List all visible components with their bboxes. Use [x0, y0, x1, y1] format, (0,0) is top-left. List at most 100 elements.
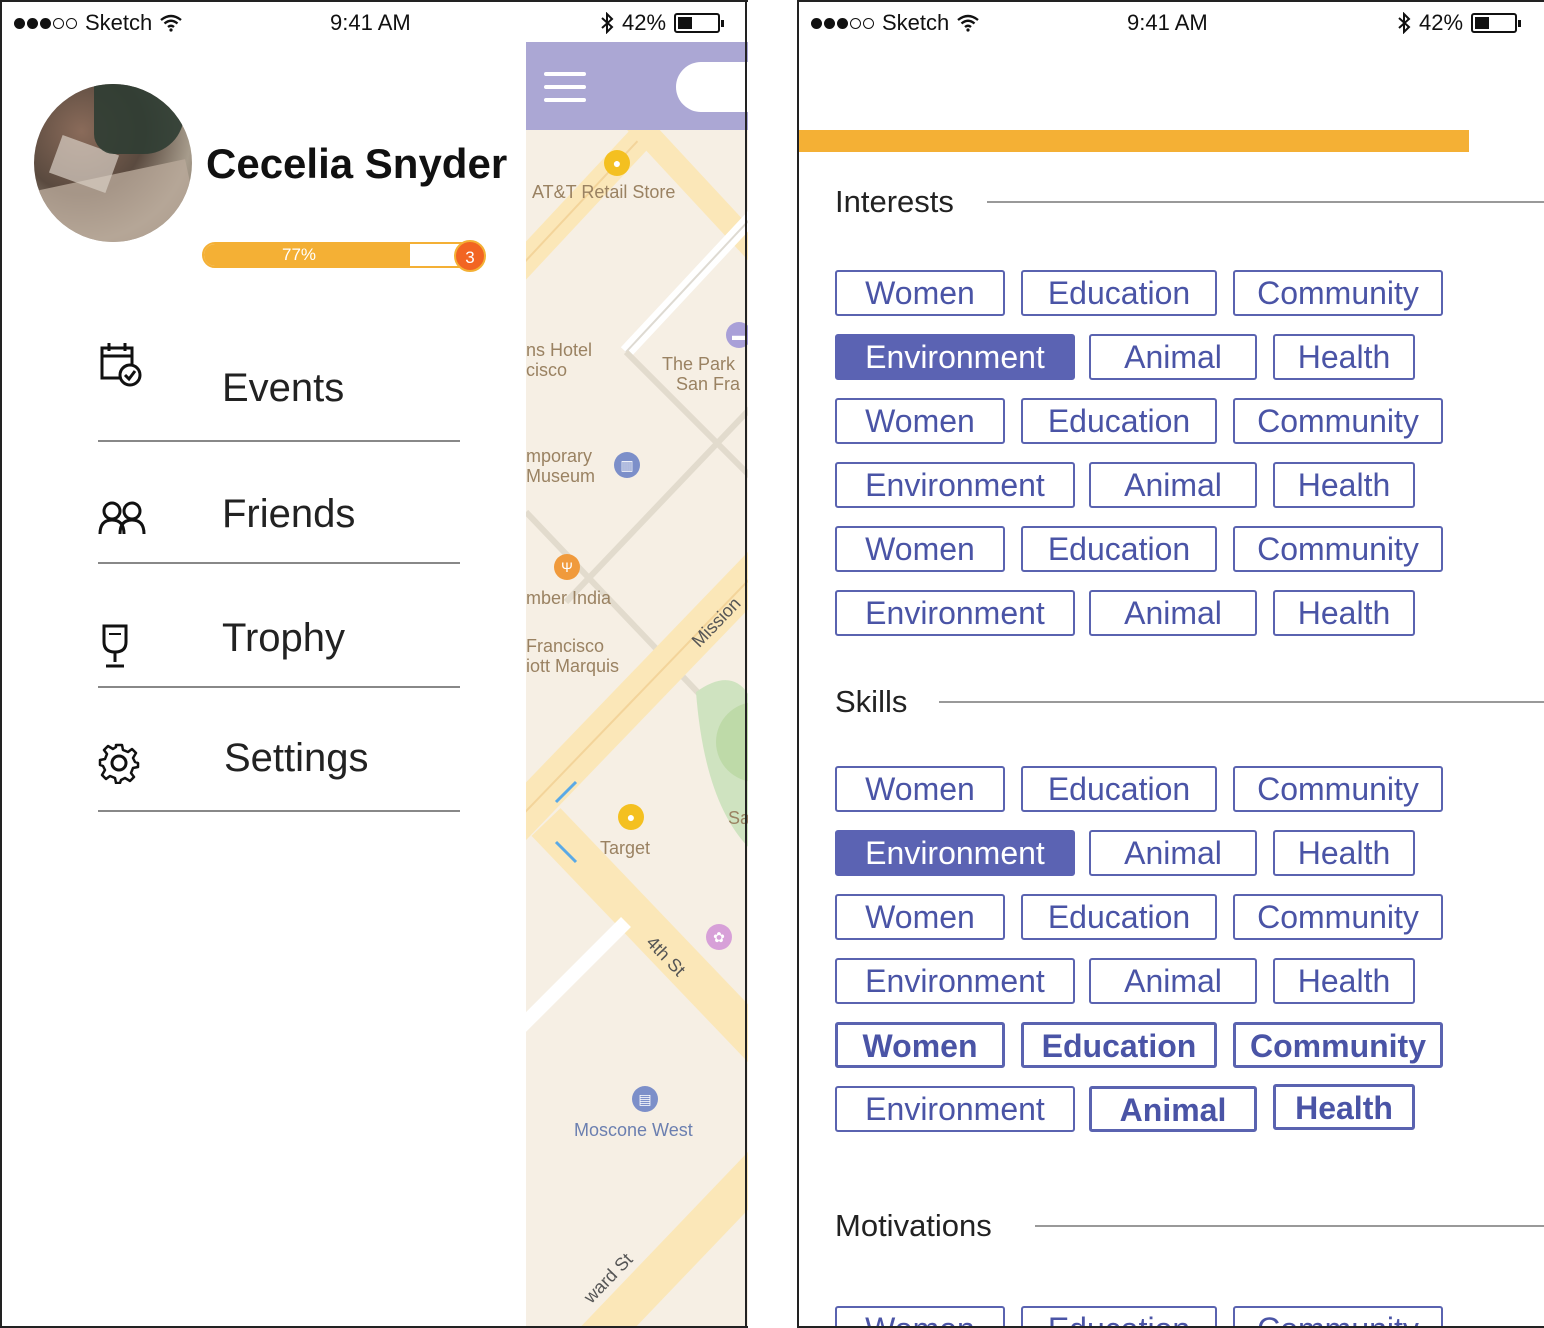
tag-education[interactable]: Education: [1021, 766, 1217, 812]
hamburger-menu-icon[interactable]: [544, 72, 586, 102]
status-time: 9:41 AM: [330, 10, 411, 35]
level-progress-bar: 77%: [202, 242, 474, 268]
battery-icon: [674, 13, 725, 33]
map-label: Target: [600, 838, 651, 858]
museum-icon[interactable]: ▥: [614, 452, 640, 478]
tag-women[interactable]: Women: [835, 270, 1005, 316]
tag-animal[interactable]: Animal: [1089, 462, 1257, 508]
tag-education[interactable]: Education: [1021, 526, 1217, 572]
tag-women[interactable]: Women: [835, 1022, 1005, 1068]
tag-community[interactable]: Community: [1233, 270, 1443, 316]
tag-community[interactable]: Community: [1233, 766, 1443, 812]
tag-environment-selected[interactable]: Environment: [835, 830, 1075, 876]
trophy-icon: [102, 624, 128, 668]
map-label: ns Hotel: [526, 340, 593, 360]
tag-women[interactable]: Women: [835, 894, 1005, 940]
tag-environment[interactable]: Environment: [835, 590, 1075, 636]
tag-environment-selected[interactable]: Environment: [835, 334, 1075, 380]
menu-item-friends[interactable]: Friends: [98, 444, 460, 564]
map-header: [526, 42, 748, 130]
tag-animal[interactable]: Animal: [1089, 334, 1257, 380]
status-bar: Sketch 9:41 AM 42%: [799, 2, 1544, 42]
right-phone-screen: Sketch 9:41 AM 42% Interests Women Educa…: [797, 0, 1544, 1328]
wifi-icon: [160, 14, 183, 32]
tag-animal[interactable]: Animal: [1089, 958, 1257, 1004]
bluetooth-icon: [1398, 12, 1411, 34]
status-time: 9:41 AM: [1127, 10, 1208, 35]
convention-center-icon[interactable]: ▤: [632, 1086, 658, 1112]
map-label: The Park: [662, 354, 736, 374]
map-label: Museum: [526, 466, 596, 486]
map-label: Francisco: [526, 636, 605, 656]
map-label: mporary: [526, 446, 593, 466]
map-label: Moscone West: [574, 1120, 693, 1140]
tag-health[interactable]: Health: [1273, 1084, 1415, 1130]
tag-animal[interactable]: Animal: [1089, 590, 1257, 636]
shopping-bag-icon[interactable]: ●: [604, 150, 630, 176]
signal-indicator: Sketch: [811, 10, 980, 36]
tag-community[interactable]: Community: [1233, 1306, 1443, 1326]
map-label: AT&T Retail Store: [532, 182, 676, 202]
signal-indicator: Sketch: [14, 10, 183, 36]
left-phone-screen: Sketch 9:41 AM 42% Cecelia Snyder 77% 3: [0, 0, 748, 1328]
tag-environment[interactable]: Environment: [835, 462, 1075, 508]
tag-health[interactable]: Health: [1273, 958, 1415, 1004]
wifi-icon: [957, 14, 980, 32]
tag-community[interactable]: Community: [1233, 894, 1443, 940]
menu-item-settings[interactable]: Settings: [98, 692, 460, 812]
user-name: Cecelia Snyder: [206, 140, 508, 187]
menu-label-events: Events: [222, 366, 345, 410]
status-right: 42%: [600, 10, 725, 36]
tag-animal[interactable]: Animal: [1089, 1086, 1257, 1132]
map-label: iott Marquis: [526, 656, 620, 676]
carrier-name: Sketch: [85, 10, 153, 35]
tag-environment[interactable]: Environment: [835, 958, 1075, 1004]
tag-community[interactable]: Community: [1233, 398, 1443, 444]
tag-education[interactable]: Education: [1021, 270, 1217, 316]
tag-women[interactable]: Women: [835, 526, 1005, 572]
map-search-field[interactable]: [676, 62, 748, 112]
avatar[interactable]: [34, 84, 192, 242]
tag-education[interactable]: Education: [1021, 894, 1217, 940]
gear-icon: [98, 743, 140, 784]
level-badge: 3: [454, 240, 486, 272]
restaurant-fork-icon[interactable]: Ψ: [554, 554, 580, 580]
tag-health[interactable]: Health: [1273, 830, 1415, 876]
progress-label: 77%: [281, 245, 317, 264]
tag-health[interactable]: Health: [1273, 590, 1415, 636]
battery-icon: [1471, 13, 1522, 33]
profile-accent-bar: [799, 130, 1469, 152]
section-title-motivations: Motivations: [835, 1208, 992, 1243]
battery-percent: 42%: [622, 10, 667, 35]
tag-community[interactable]: Community: [1233, 1022, 1443, 1068]
side-drawer: Cecelia Snyder 77% 3 Events Friends Trop…: [2, 42, 526, 1326]
tag-education[interactable]: Education: [1021, 398, 1217, 444]
map-label: cisco: [526, 360, 568, 380]
menu-label-friends: Friends: [222, 492, 356, 536]
tag-women[interactable]: Women: [835, 398, 1005, 444]
battery-fill: [678, 17, 692, 29]
tag-women[interactable]: Women: [835, 766, 1005, 812]
status-right: 42%: [1397, 10, 1522, 36]
battery-percent: 42%: [1419, 10, 1464, 35]
menu-item-trophy[interactable]: Trophy: [98, 568, 460, 688]
section-divider: [1035, 1225, 1544, 1227]
tag-animal[interactable]: Animal: [1089, 830, 1257, 876]
tag-community[interactable]: Community: [1233, 526, 1443, 572]
tag-women[interactable]: Women: [835, 1306, 1005, 1326]
menu-item-events[interactable]: Events: [98, 322, 460, 442]
shopping-bag-icon[interactable]: ●: [618, 804, 644, 830]
battery-fill: [1475, 17, 1489, 29]
menu-label-settings: Settings: [224, 736, 369, 780]
theater-icon[interactable]: ✿: [706, 924, 732, 950]
tag-education[interactable]: Education: [1021, 1306, 1217, 1326]
map-label: mber India: [526, 588, 612, 608]
tag-environment[interactable]: Environment: [835, 1086, 1075, 1132]
map-view[interactable]: ● AT&T Retail Store ns Hotel cisco ▬ The…: [526, 42, 748, 1326]
tag-education[interactable]: Education: [1021, 1022, 1217, 1068]
tag-health[interactable]: Health: [1273, 334, 1415, 380]
tag-health[interactable]: Health: [1273, 462, 1415, 508]
carrier-name: Sketch: [882, 10, 950, 35]
section-divider: [987, 201, 1544, 203]
section-divider: [939, 701, 1544, 703]
